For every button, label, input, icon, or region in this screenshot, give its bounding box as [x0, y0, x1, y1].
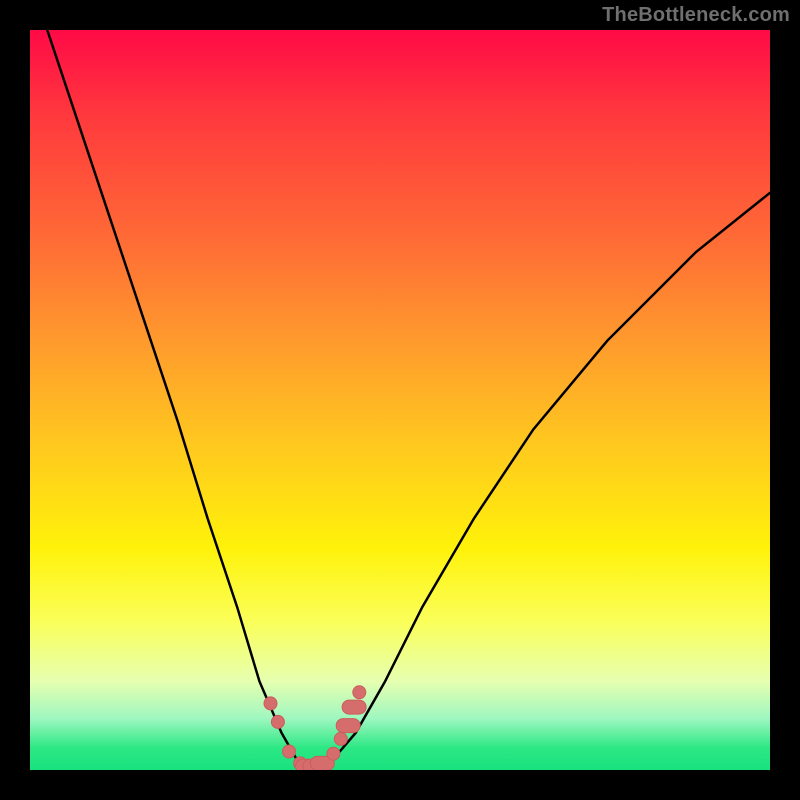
watermark-text: TheBottleneck.com: [602, 4, 790, 27]
bottleneck-curve-line: [30, 30, 770, 766]
curve-marker: [342, 700, 366, 714]
curve-marker: [336, 719, 360, 733]
curve-marker: [283, 745, 296, 758]
curve-marker: [271, 715, 284, 728]
chart-frame: TheBottleneck.com: [0, 0, 800, 800]
curve-marker: [264, 697, 277, 710]
curve-svg: [30, 30, 770, 770]
highlighted-points: [264, 686, 366, 770]
curve-marker: [353, 686, 366, 699]
curve-marker: [327, 747, 340, 760]
bottleneck-curve: [30, 30, 770, 766]
curve-marker: [334, 732, 347, 745]
plot-area: [30, 30, 770, 770]
